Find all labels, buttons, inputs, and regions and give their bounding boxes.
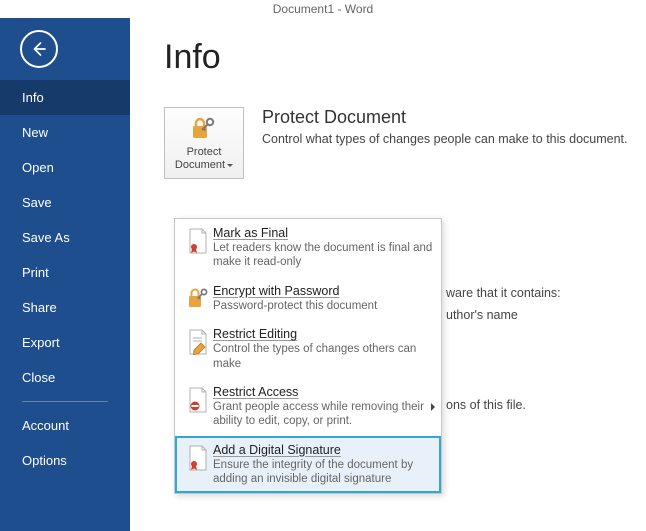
- lock-key-icon: [187, 286, 209, 310]
- sidebar-item-info[interactable]: Info: [0, 80, 130, 115]
- sidebar-item-share[interactable]: Share: [0, 290, 130, 325]
- menu-item-add-digital-signature[interactable]: Add a Digital Signature Ensure the integ…: [175, 436, 441, 494]
- backstage-sidebar: Info New Open Save Save As Print Share E…: [0, 0, 130, 531]
- menu-item-title: Restrict Editing: [213, 327, 433, 341]
- protect-heading: Protect Document: [262, 107, 628, 128]
- protect-document-button[interactable]: Protect Document: [164, 107, 244, 179]
- sidebar-item-print[interactable]: Print: [0, 255, 130, 290]
- document-ribbon-icon: [187, 445, 209, 471]
- menu-item-restrict-access[interactable]: Restrict Access Grant people access whil…: [175, 378, 441, 436]
- submenu-arrow-icon: [431, 403, 435, 411]
- menu-item-desc: Grant people access while removing their…: [213, 400, 433, 429]
- menu-item-title: Restrict Access: [213, 385, 433, 399]
- page-heading: Info: [164, 38, 646, 77]
- sidebar-separator: [22, 401, 108, 402]
- protect-document-section: Protect Document Protect Document Contro…: [164, 107, 646, 179]
- menu-item-desc: Password-protect this document: [213, 299, 433, 313]
- back-button[interactable]: [20, 30, 58, 68]
- protect-document-menu: Mark as Final Let readers know the docum…: [174, 218, 442, 494]
- window-title: Document1 - Word: [0, 0, 646, 18]
- obscured-text-fragment: ware that it contains:: [446, 286, 561, 300]
- menu-item-mark-as-final[interactable]: Mark as Final Let readers know the docum…: [175, 219, 441, 277]
- obscured-text-fragment: uthor's name: [446, 308, 518, 322]
- document-noentry-icon: [187, 387, 209, 413]
- sidebar-item-open[interactable]: Open: [0, 150, 130, 185]
- document-ribbon-icon: [187, 228, 209, 254]
- menu-item-title: Mark as Final: [213, 226, 433, 240]
- menu-item-title: Encrypt with Password: [213, 284, 433, 298]
- protect-description: Control what types of changes people can…: [262, 132, 628, 146]
- menu-item-desc: Control the types of changes others can …: [213, 342, 433, 371]
- sidebar-item-save[interactable]: Save: [0, 185, 130, 220]
- sidebar-item-options[interactable]: Options: [0, 443, 130, 478]
- arrow-left-icon: [30, 40, 48, 58]
- chevron-down-icon: [227, 164, 233, 167]
- menu-item-title: Add a Digital Signature: [213, 443, 433, 457]
- document-pencil-icon: [187, 329, 209, 355]
- obscured-text-fragment: ons of this file.: [446, 398, 526, 412]
- sidebar-item-account[interactable]: Account: [0, 408, 130, 443]
- sidebar-item-save-as[interactable]: Save As: [0, 220, 130, 255]
- sidebar-item-close[interactable]: Close: [0, 360, 130, 395]
- menu-item-desc: Ensure the integrity of the document by …: [213, 458, 433, 487]
- menu-item-restrict-editing[interactable]: Restrict Editing Control the types of ch…: [175, 320, 441, 378]
- sidebar-item-new[interactable]: New: [0, 115, 130, 150]
- sidebar-item-export[interactable]: Export: [0, 325, 130, 360]
- menu-item-desc: Let readers know the document is final a…: [213, 241, 433, 270]
- protect-button-label: Protect Document: [175, 146, 225, 171]
- lock-key-icon: [189, 114, 219, 142]
- menu-item-encrypt-password[interactable]: Encrypt with Password Password-protect t…: [175, 277, 441, 320]
